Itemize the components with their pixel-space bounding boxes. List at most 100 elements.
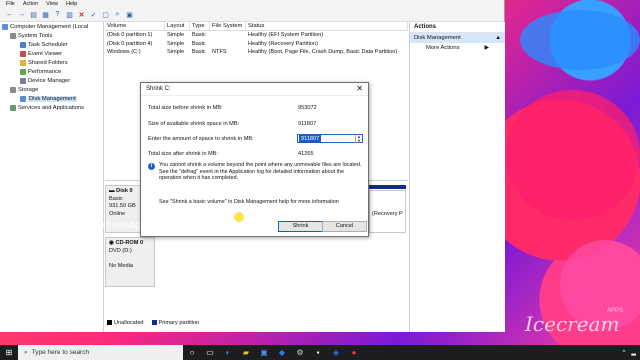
menu-action[interactable]: Action — [23, 1, 38, 7]
spinner-arrows-icon[interactable]: ▲ ▼ — [355, 135, 362, 143]
recorder-icon[interactable]: ● — [345, 345, 363, 360]
store-icon[interactable]: ▣ — [255, 345, 273, 360]
navigation-tree: Computer Management (Local System Tools … — [0, 22, 104, 332]
folder-icon — [20, 60, 26, 66]
table-row[interactable]: (Disk 0 partition 1) Simple Basic Health… — [105, 31, 408, 40]
delete-icon[interactable]: ✕ — [77, 10, 86, 19]
umbrella-decoration — [505, 90, 640, 220]
tree-item-storage[interactable]: Storage — [10, 86, 38, 94]
disk0-icon: ▬ — [109, 188, 115, 194]
tools-icon — [10, 33, 16, 39]
open-icon[interactable]: ▢ — [101, 10, 110, 19]
info-message: You cannot shrink a volume beyond the po… — [159, 162, 362, 182]
terminal-icon[interactable]: ▪ — [309, 345, 327, 360]
back-icon[interactable]: ← — [5, 10, 14, 19]
actions-section-disk-management[interactable]: Disk Management ▲ — [410, 33, 505, 43]
task-switch-icon[interactable]: ▭ — [201, 345, 219, 360]
size-after-label: Total size after shrink in MB: — [148, 151, 218, 157]
tree-item-event-viewer[interactable]: Event Viewer — [20, 50, 62, 58]
network-icon[interactable]: ▂ — [631, 349, 636, 356]
tree-item-task-scheduler[interactable]: Task Scheduler — [20, 41, 68, 49]
settings-icon[interactable]: ⚙ — [291, 345, 309, 360]
icecream-logo: Icecream — [525, 312, 620, 336]
disk-icon — [20, 96, 26, 102]
task-view-icon[interactable]: ○ — [183, 345, 201, 360]
menu-help[interactable]: Help — [66, 1, 77, 7]
search-placeholder: Type here to search — [31, 349, 90, 356]
dropbox-icon[interactable]: ◆ — [273, 345, 291, 360]
search-icon[interactable]: ⌕ — [113, 10, 122, 19]
unallocated-swatch — [107, 319, 112, 325]
tray-chevron-icon[interactable]: ^ — [623, 350, 626, 356]
toolbar: ← → ▤ ▦ ? ▥ ✕ ✓ ▢ ⌕ ▣ — [0, 8, 504, 22]
legend: Unallocated Primary partition — [105, 318, 408, 327]
properties-icon[interactable]: ▦ — [41, 10, 50, 19]
forward-icon[interactable]: → — [17, 10, 26, 19]
available-shrink-label: Size of available shrink space in MB: — [148, 121, 240, 127]
actions-title: Actions — [410, 22, 505, 33]
umbrella-decoration — [520, 10, 640, 70]
view-icon[interactable]: ▣ — [125, 10, 134, 19]
performance-icon — [20, 69, 26, 75]
tree-item-shared-folders[interactable]: Shared Folders — [20, 59, 68, 67]
menu-view[interactable]: View — [46, 1, 58, 7]
device-manager-icon — [20, 78, 26, 84]
chevron-up-icon: ▲ — [495, 35, 501, 41]
search-icon: ⌕ — [24, 348, 28, 356]
tree-item-disk-management[interactable]: Disk Management — [20, 95, 77, 103]
primary-swatch — [151, 319, 157, 325]
app-icon[interactable]: ◈ — [327, 345, 345, 360]
icecream-apps-label: APPS — [607, 308, 624, 314]
file-explorer-icon[interactable]: ▰ — [237, 345, 255, 360]
event-viewer-icon — [20, 51, 26, 57]
column-header-type[interactable]: Type — [190, 22, 210, 30]
shrink-button[interactable]: Shrink — [278, 221, 323, 232]
mouse-cursor-highlight — [234, 212, 244, 222]
shrink-amount-value[interactable]: 911807 — [299, 135, 322, 143]
help-icon[interactable]: ? — [53, 10, 62, 19]
windows-start-icon[interactable]: ⊞ — [0, 345, 18, 360]
actions-pane: Actions Disk Management ▲ More Actions ▶ — [409, 22, 505, 332]
tree-item-performance[interactable]: Performance — [20, 68, 61, 76]
dialog-title-bar: Shrink C: ✕ — [141, 83, 368, 96]
cdrom-label[interactable]: ◉ CD-ROM 0 DVD (D:) No Media — [105, 237, 155, 287]
shrink-amount-input[interactable]: 911807 ▲ ▼ — [297, 134, 363, 143]
edge-icon[interactable]: ◐ — [219, 345, 237, 360]
taskbar: ⊞ ⌕ Type here to search ○ ▭ ◐ ▰ ▣ ◆ ⚙ ▪ … — [0, 345, 640, 360]
clock-icon — [20, 42, 26, 48]
taskbar-search[interactable]: ⌕ Type here to search — [18, 345, 183, 360]
total-size-value: 953072 — [298, 105, 317, 111]
legend-primary: Primary partition — [151, 319, 199, 326]
menu-bar: File Action View Help — [0, 0, 504, 8]
tree-item-services-applications[interactable]: Services and Applications — [10, 104, 84, 112]
system-tray: ^ ▂ — [623, 349, 640, 357]
available-shrink-value: 911807 — [298, 121, 317, 127]
dialog-title: Shrink C: — [146, 86, 171, 92]
table-row[interactable]: (Disk 0 partition 4) Simple Basic Health… — [105, 40, 408, 49]
dvd-icon: ◉ — [109, 240, 114, 246]
list-view-icon[interactable]: ▥ — [65, 10, 74, 19]
volume-list-header: Volume Layout Type File System Status — [105, 22, 408, 31]
storage-icon — [10, 87, 16, 93]
tree-item-computer-management[interactable]: Computer Management (Local — [2, 23, 88, 31]
table-row[interactable]: Windows (C:) Simple Basic NTFS Healthy (… — [105, 48, 408, 57]
computer-icon — [2, 24, 8, 30]
more-actions-item[interactable]: More Actions ▶ — [410, 43, 505, 53]
up-folder-icon[interactable]: ▤ — [29, 10, 38, 19]
menu-file[interactable]: File — [6, 1, 15, 7]
close-icon[interactable]: ✕ — [356, 85, 363, 93]
check-icon[interactable]: ✓ — [89, 10, 98, 19]
cancel-button[interactable]: Cancel — [322, 221, 367, 232]
column-header-file-system[interactable]: File System — [210, 22, 246, 30]
tree-item-system-tools[interactable]: System Tools — [10, 32, 52, 40]
column-header-status[interactable]: Status — [246, 22, 408, 30]
recovery-partition-block[interactable]: (Recovery P — [369, 190, 406, 233]
shrink-amount-label: Enter the amount of space to shrink in M… — [148, 136, 254, 142]
total-size-label: Total size before shrink in MB: — [148, 105, 223, 111]
column-header-volume[interactable]: Volume — [105, 22, 165, 30]
tree-item-device-manager[interactable]: Device Manager — [20, 77, 70, 85]
legend-unallocated: Unallocated — [107, 320, 144, 326]
help-link-text: See "Shrink a basic volume" in Disk Mana… — [159, 199, 339, 205]
column-header-layout[interactable]: Layout — [165, 22, 190, 30]
size-after-value: 41265 — [298, 151, 314, 157]
